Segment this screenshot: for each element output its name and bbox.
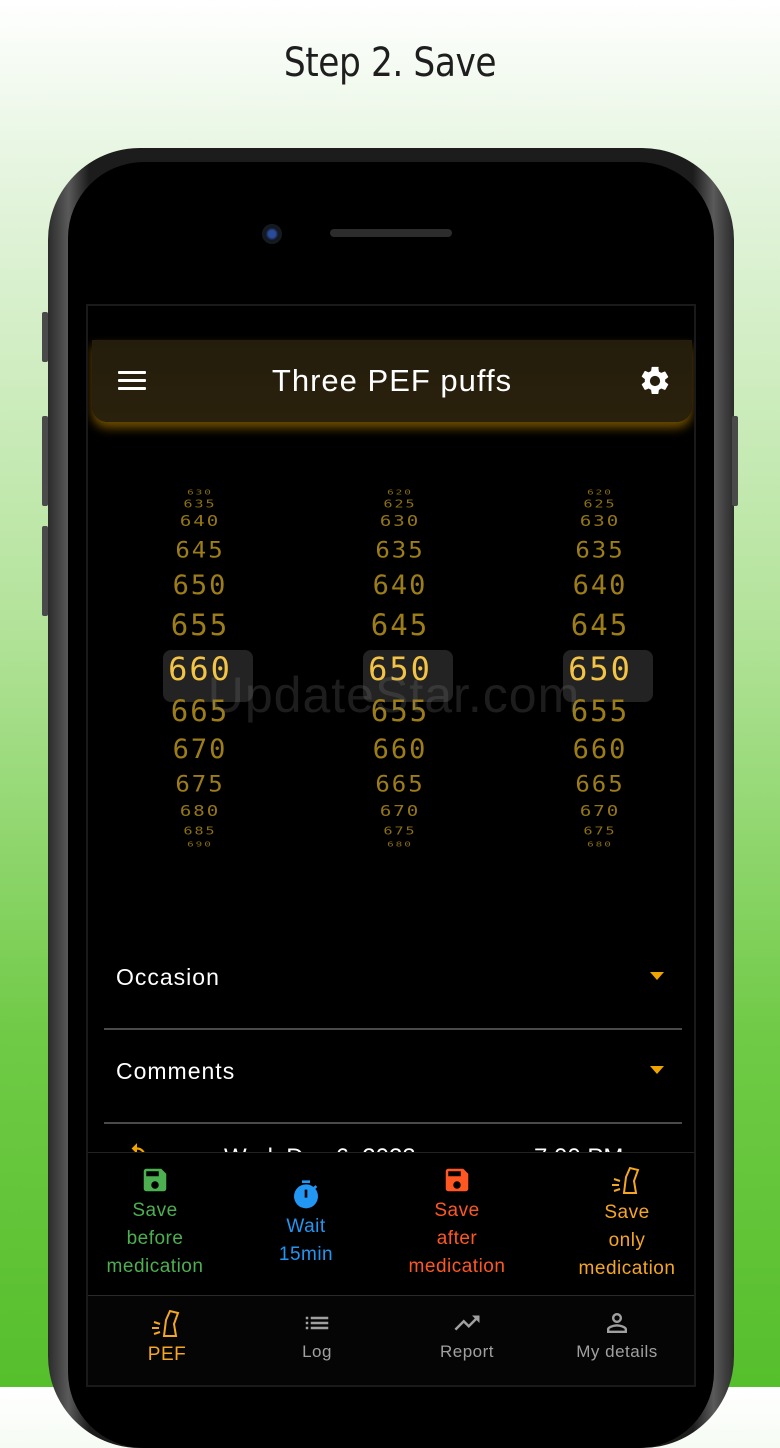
picker-value[interactable]: 630	[500, 512, 694, 530]
picker-value[interactable]: 635	[500, 537, 694, 563]
save-icon	[143, 1168, 167, 1192]
picker-value[interactable]: 640	[100, 512, 300, 530]
earpiece-speaker	[330, 229, 452, 237]
volume-down-button	[42, 526, 48, 616]
picker-value[interactable]: 645	[100, 537, 300, 563]
picker-value[interactable]: 690	[100, 841, 300, 849]
picker-value[interactable]: 670	[500, 802, 694, 820]
action-label-line: Wait	[286, 1216, 326, 1237]
occasion-label: Occasion	[116, 964, 220, 990]
action-label-line: 15min	[278, 1244, 334, 1265]
picker-value[interactable]: 660	[500, 734, 694, 764]
action-label-line: before	[126, 1228, 184, 1249]
picker-value[interactable]: 655	[100, 608, 300, 642]
nav-report[interactable]: Report	[392, 1296, 542, 1385]
nav-label: Log	[302, 1342, 332, 1361]
nav-pef[interactable]: PEF	[92, 1296, 242, 1385]
picker-value[interactable]: 680	[100, 802, 300, 820]
list-icon	[305, 1316, 329, 1330]
power-button	[732, 416, 738, 506]
gear-icon[interactable]	[638, 364, 672, 398]
bottom-navigation: PEF Log Report My details	[88, 1295, 694, 1385]
action-label-line: medication	[578, 1258, 676, 1279]
picker-value[interactable]: 675	[300, 825, 500, 838]
person-icon	[607, 1313, 627, 1333]
action-label-line: Save	[604, 1202, 650, 1223]
picker-value[interactable]: 630	[300, 512, 500, 530]
save-after-medication-button[interactable]: Save after medication	[382, 1153, 532, 1296]
headline: Step 2. Save	[283, 40, 497, 86]
picker-value[interactable]: 680	[300, 841, 500, 849]
picker-value[interactable]: 685	[100, 825, 300, 838]
volume-up-button	[42, 416, 48, 506]
app-title: Three PEF puffs	[271, 363, 513, 398]
inhaler-icon	[152, 1309, 180, 1337]
picker-value[interactable]: 635	[100, 498, 300, 511]
picker-value[interactable]: 620	[300, 489, 500, 497]
action-label-line: Save	[434, 1200, 480, 1221]
wait-15min-button[interactable]: Wait 15min	[231, 1153, 381, 1296]
picker-value[interactable]: 680	[500, 841, 694, 849]
picker-value[interactable]: 650	[100, 570, 300, 600]
picker-value[interactable]: 635	[300, 537, 500, 563]
chevron-down-icon	[650, 972, 664, 980]
picker-value[interactable]: 625	[300, 498, 500, 511]
trending-up-icon	[454, 1315, 480, 1331]
picker-value[interactable]: 665	[500, 771, 694, 797]
nav-log[interactable]: Log	[242, 1296, 392, 1385]
action-label-line: Save	[132, 1200, 178, 1221]
picker-value[interactable]: 675	[100, 771, 300, 797]
save-icon	[445, 1168, 469, 1192]
picker-value[interactable]: 645	[500, 608, 694, 642]
nav-label: My details	[576, 1342, 658, 1361]
picker-value[interactable]: 630	[100, 489, 300, 497]
occasion-dropdown[interactable]: Occasion	[104, 936, 682, 1030]
picker-value[interactable]: 645	[300, 608, 500, 642]
front-camera	[262, 224, 282, 244]
picker-value[interactable]: 670	[100, 734, 300, 764]
nav-label: PEF	[147, 1344, 187, 1365]
picker-value[interactable]: 665	[300, 771, 500, 797]
action-label-line: only	[608, 1230, 646, 1251]
menu-icon[interactable]	[118, 371, 146, 391]
app-screen: Three PEF puffs 630 635 640 645 650 655 660 665…	[86, 304, 696, 1387]
picker-value[interactable]: 660	[300, 734, 500, 764]
inhaler-icon	[612, 1166, 640, 1194]
watermark: UpdateStar.com	[207, 667, 581, 723]
picker-value[interactable]: 675	[500, 825, 694, 838]
action-bar: Save before medication Wait 15min Save a…	[88, 1152, 694, 1296]
picker-value[interactable]: 620	[500, 489, 694, 497]
nav-label: Report	[439, 1342, 495, 1361]
picker-value[interactable]: 640	[500, 570, 694, 600]
nav-my-details[interactable]: My details	[542, 1296, 692, 1385]
action-label-line: medication	[106, 1256, 204, 1277]
save-before-medication-button[interactable]: Save before medication	[88, 1153, 230, 1296]
mute-switch	[42, 312, 48, 362]
comments-label: Comments	[116, 1058, 236, 1084]
picker-value[interactable]: 670	[300, 802, 500, 820]
action-label-line: medication	[408, 1256, 506, 1277]
chevron-down-icon	[650, 1066, 664, 1074]
save-only-medication-button[interactable]: Save only medication	[552, 1153, 694, 1296]
comments-dropdown[interactable]: Comments	[104, 1030, 682, 1124]
action-label-line: after	[436, 1228, 478, 1249]
app-bar: Three PEF puffs	[92, 340, 692, 422]
picker-value[interactable]: 640	[300, 570, 500, 600]
timer-icon	[294, 1180, 318, 1209]
picker-value[interactable]: 625	[500, 498, 694, 511]
